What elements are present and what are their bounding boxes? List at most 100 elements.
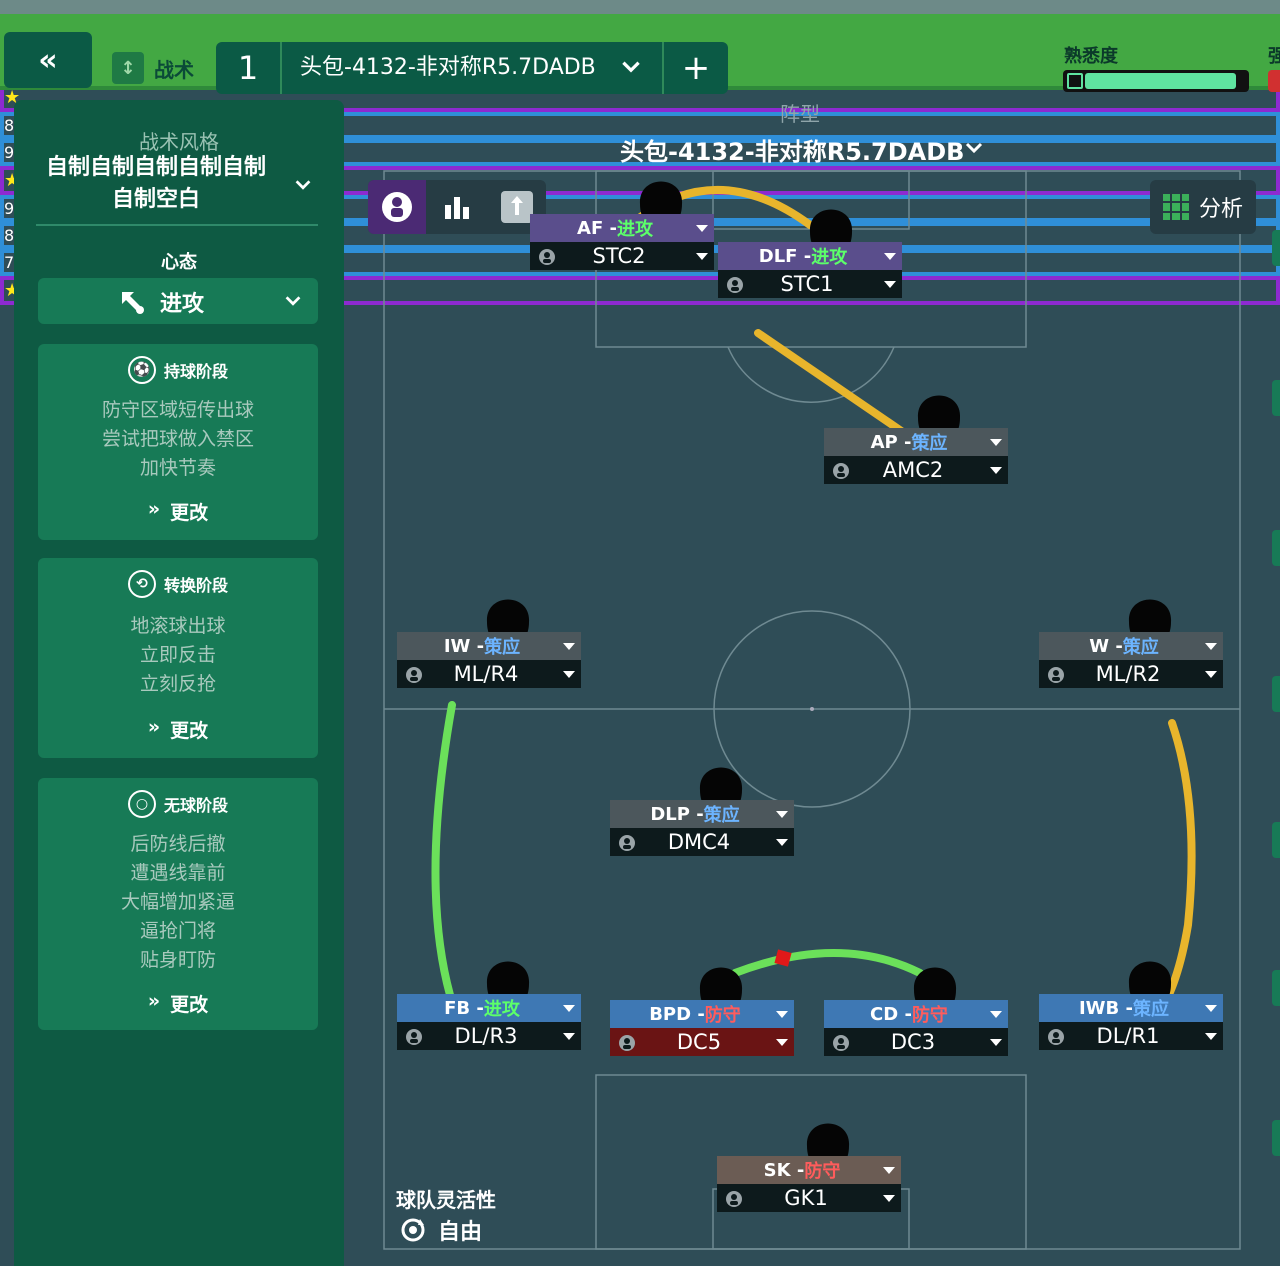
player-card[interactable]: W - 策应 ML/R2 bbox=[1039, 632, 1223, 690]
familiarity-bar[interactable] bbox=[1063, 70, 1249, 92]
player-slot-ml-r4[interactable]: IW - 策应 ML/R4 bbox=[397, 582, 581, 688]
edge-tab[interactable] bbox=[1272, 676, 1280, 712]
role-duty-dropdown[interactable]: SK - 防守 bbox=[717, 1156, 901, 1184]
dropdown-arrow-icon bbox=[883, 1167, 895, 1174]
team-flexibility-value: 自由 bbox=[438, 1220, 483, 1245]
position-dropdown[interactable]: AMC2 bbox=[824, 456, 1008, 484]
transition-panel: ⟲ 转换阶段 地滚球出球 立即反击 立刻反抢 » 更改 bbox=[38, 558, 318, 758]
position-label: DC3 bbox=[890, 1030, 936, 1054]
player-card[interactable]: AP - 策应 AMC2 bbox=[824, 428, 1008, 486]
edge-tab[interactable] bbox=[1272, 380, 1280, 416]
player-card[interactable]: FB - 进攻 DL/R3 bbox=[397, 994, 581, 1052]
player-card[interactable]: BPD - 防守 DC5 bbox=[610, 1000, 794, 1058]
phase-instruction: 地滚球出球 bbox=[130, 615, 226, 637]
team-flexibility[interactable]: 自由 bbox=[398, 1214, 482, 1246]
role-duty-dropdown[interactable]: AF - 进攻 bbox=[530, 214, 714, 242]
player-slot-dc3[interactable]: CD - 防守 DC3 bbox=[824, 950, 1008, 1056]
position-dropdown[interactable]: DC5 bbox=[610, 1028, 794, 1056]
duty-label: 策应 bbox=[484, 637, 521, 658]
formation-name[interactable]: 头包-4132-非对称R5.7DADB bbox=[620, 132, 964, 167]
role-duty-dropdown[interactable]: AP - 策应 bbox=[824, 428, 1008, 456]
edge-tab[interactable] bbox=[1272, 530, 1280, 566]
role-duty-dropdown[interactable]: IW - 策应 bbox=[397, 632, 581, 660]
chevron-down-icon[interactable] bbox=[962, 136, 986, 160]
role-duty-dropdown[interactable]: CD - 防守 bbox=[824, 1000, 1008, 1028]
edge-tab[interactable] bbox=[1272, 1120, 1280, 1156]
change-button[interactable]: » 更改 bbox=[38, 990, 318, 1017]
phase-instruction: 尝试把球做入禁区 bbox=[101, 428, 254, 450]
strength-bar[interactable] bbox=[1268, 70, 1280, 92]
chevron-down-icon[interactable] bbox=[618, 54, 644, 80]
position-dropdown[interactable]: ML/R2 bbox=[1039, 660, 1223, 688]
position-dropdown[interactable]: DMC4 bbox=[610, 828, 794, 856]
player-slot-dl-r1[interactable]: IWB - 策应 DL/R1 bbox=[1039, 944, 1223, 1050]
tactic-slot-number[interactable]: 1 bbox=[216, 42, 282, 94]
familiarity-icon bbox=[1067, 73, 1083, 89]
role-label: IWB - bbox=[1078, 997, 1133, 1019]
tactic-slot-name[interactable]: 头包-4132-非对称R5.7DADB bbox=[300, 42, 596, 94]
edge-tab[interactable] bbox=[1272, 822, 1280, 858]
tactics-board-icon bbox=[501, 191, 533, 223]
back-button[interactable]: « bbox=[4, 32, 92, 88]
role-duty-dropdown[interactable]: DLP - 策应 bbox=[610, 800, 794, 828]
analysis-button[interactable]: 分析 bbox=[1150, 180, 1256, 234]
role-duty-dropdown[interactable]: DLF - 进攻 bbox=[718, 242, 902, 270]
refresh-cycle-icon bbox=[401, 1218, 425, 1242]
role-duty-dropdown[interactable]: FB - 进攻 bbox=[397, 994, 581, 1022]
position-dropdown[interactable]: GK1 bbox=[717, 1184, 901, 1212]
change-button[interactable]: » 更改 bbox=[38, 716, 318, 743]
player-card[interactable]: DLF - 进攻 STC1 bbox=[718, 242, 902, 300]
change-button[interactable]: » 更改 bbox=[38, 498, 318, 525]
mentality-dropdown[interactable]: 进攻 bbox=[38, 278, 318, 324]
position-dropdown[interactable]: STC1 bbox=[718, 270, 902, 298]
stats-view-button[interactable] bbox=[428, 180, 486, 234]
edge-tab[interactable] bbox=[1272, 970, 1280, 1006]
duty-label: 防守 bbox=[804, 1161, 841, 1182]
player-slot-gk1[interactable]: SK - 防守 GK1 bbox=[717, 1106, 901, 1212]
tactic-style-value[interactable]: 自制自制自制自制自制自制空白 bbox=[36, 152, 276, 216]
position-dropdown[interactable]: ML/R4 bbox=[397, 660, 581, 688]
player-slot-ml-r2[interactable]: W - 策应 ML/R2 bbox=[1039, 582, 1223, 688]
player-card[interactable]: IW - 策应 ML/R4 bbox=[397, 632, 581, 690]
dropdown-arrow-icon bbox=[990, 439, 1002, 446]
player-card[interactable]: IWB - 策应 DL/R1 bbox=[1039, 994, 1223, 1052]
player-slot-stc2[interactable]: AF - 进攻 STC2 bbox=[530, 164, 714, 270]
duty-label: 策应 bbox=[703, 805, 740, 826]
position-label: STC2 bbox=[592, 244, 646, 268]
person-icon bbox=[1047, 1027, 1065, 1045]
duty-label: 策应 bbox=[911, 433, 948, 454]
person-icon bbox=[832, 1033, 850, 1051]
player-card[interactable]: AF - 进攻 STC2 bbox=[530, 214, 714, 272]
player-slot-amc2[interactable]: AP - 策应 AMC2 bbox=[824, 378, 1008, 484]
role-duty-dropdown[interactable]: IWB - 策应 bbox=[1039, 994, 1223, 1022]
position-dropdown[interactable]: DL/R3 bbox=[397, 1022, 581, 1050]
position-dropdown[interactable]: DL/R1 bbox=[1039, 1022, 1223, 1050]
role-duty-dropdown[interactable]: W - 策应 bbox=[1039, 632, 1223, 660]
duty-label: 进攻 bbox=[483, 999, 520, 1020]
player-card[interactable]: SK - 防守 GK1 bbox=[717, 1156, 901, 1214]
top-bar: « ↕ 战术 1 头包-4132-非对称R5.7DADB + 熟悉度 强 bbox=[0, 14, 1280, 94]
position-dropdown[interactable]: STC2 bbox=[530, 242, 714, 270]
player-slot-stc1[interactable]: DLF - 进攻 STC1 bbox=[718, 192, 902, 298]
view-toggle bbox=[368, 180, 546, 234]
tactics-tab[interactable]: ↕ 战术 bbox=[112, 48, 212, 88]
add-tactic-button[interactable]: + bbox=[662, 42, 728, 94]
player-slot-dmc4[interactable]: DLP - 策应 DMC4 bbox=[610, 750, 794, 856]
edge-tab[interactable] bbox=[1272, 230, 1280, 266]
tactics-board-icon: ↕ bbox=[112, 52, 144, 84]
phase-instruction: 立即反击 bbox=[139, 644, 216, 666]
player-slot-dl-r3[interactable]: FB - 进攻 DL/R3 bbox=[397, 944, 581, 1050]
phase-title: 持球阶段 bbox=[163, 362, 228, 381]
duty-label: 进攻 bbox=[616, 219, 653, 240]
position-label: ML/R4 bbox=[453, 662, 519, 686]
in-possession-panel: ⚽ 持球阶段 防守区域短传出球 尝试把球做入禁区 加快节奏 » 更改 bbox=[38, 344, 318, 540]
player-view-button[interactable] bbox=[368, 180, 426, 234]
player-card[interactable]: CD - 防守 DC3 bbox=[824, 1000, 1008, 1058]
player-slot-dc5[interactable]: BPD - 防守 DC5 bbox=[610, 950, 794, 1056]
player-card[interactable]: DLP - 策应 DMC4 bbox=[610, 800, 794, 858]
double-chevron-left-icon: « bbox=[38, 42, 58, 78]
chevron-down-icon[interactable] bbox=[292, 174, 314, 196]
position-dropdown[interactable]: DC3 bbox=[824, 1028, 1008, 1056]
role-duty-dropdown[interactable]: BPD - 防守 bbox=[610, 1000, 794, 1028]
role-label: AP - bbox=[870, 431, 912, 453]
